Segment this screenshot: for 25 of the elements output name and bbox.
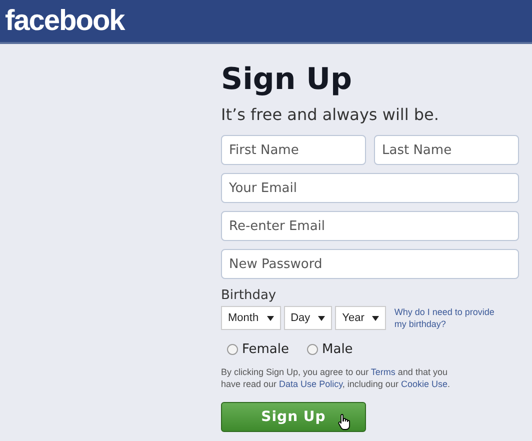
text-field[interactable]: Re-enter Email <box>221 211 519 241</box>
text-field[interactable]: Last Name <box>374 135 519 165</box>
facebook-logo[interactable]: facebook <box>5 5 124 37</box>
radio-label[interactable]: Female <box>242 342 290 357</box>
terms-text: By clicking Sign Up, you agree to our Terms and that you have read our Data Use Policy, including our Cookie Use. <box>221 366 451 390</box>
pointer-cursor-icon <box>338 414 350 430</box>
terms-link[interactable]: Terms <box>370 367 396 377</box>
help-link[interactable]: Why do I need to provide my birthday? <box>394 306 506 330</box>
dropdown[interactable]: Month <box>221 306 281 330</box>
radio-button[interactable] <box>227 344 238 355</box>
birthday-label: Birthday <box>221 288 278 303</box>
caret-icon <box>318 316 326 320</box>
terms-link[interactable]: Data Use Policy <box>279 379 342 389</box>
subtitle: It’s free and always will be. <box>221 104 440 126</box>
radio-button[interactable] <box>307 344 318 355</box>
text-field[interactable]: New Password <box>221 249 519 279</box>
text-field[interactable]: Your Email <box>221 173 519 203</box>
text-field[interactable]: First Name <box>221 135 366 165</box>
caret-icon <box>266 316 274 320</box>
radio-label[interactable]: Male <box>322 342 353 357</box>
terms-link[interactable]: Cookie Use <box>400 379 448 389</box>
dropdown[interactable]: Year <box>335 306 386 330</box>
page-title: Sign Up <box>221 61 354 99</box>
dropdown[interactable]: Day <box>284 306 332 330</box>
caret-icon <box>372 316 380 320</box>
